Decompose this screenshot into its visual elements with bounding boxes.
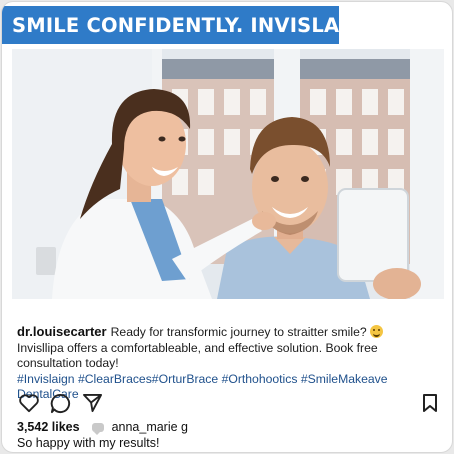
comment-icon[interactable] xyxy=(50,393,71,414)
comment-bubble-icon xyxy=(91,422,104,435)
post-caption: dr.louisecarter Ready for transformic jou… xyxy=(17,324,445,403)
comment-username[interactable]: anna_marie g xyxy=(112,420,188,434)
heart-icon[interactable] xyxy=(18,393,40,413)
headline-text: SMILE CONFIDENTLY. INVISLAGN xyxy=(12,13,373,37)
likes-row: 3,542 likes anna_marie g xyxy=(17,420,188,435)
dentist-patient-illustration xyxy=(12,49,444,299)
headline-banner: SMILE CONFIDENTLY. INVISLAGN xyxy=(2,6,372,44)
grinning-face-emoji-icon xyxy=(370,325,384,338)
caption-body: Invisllipa offers a comfortableable, and… xyxy=(17,340,378,371)
bookmark-icon[interactable] xyxy=(421,393,439,413)
caption-text: Ready for transformic journey to straitt… xyxy=(110,325,367,339)
post-actions xyxy=(16,393,446,415)
comment-text: So happy with my results! xyxy=(17,436,160,450)
post-username[interactable]: dr.louisecarter xyxy=(17,324,107,339)
caption-first-line: dr.louisecarter Ready for transformic jou… xyxy=(17,324,445,341)
post-image[interactable] xyxy=(12,49,444,299)
hashtags-line[interactable]: #Invislaign #ClearBraces#OrturBrace #Ort… xyxy=(17,372,445,388)
post-card: SMILE CONFIDENTLY. INVISLAGN dr.louiseca… xyxy=(1,1,453,453)
likes-count[interactable]: 3,542 likes xyxy=(17,420,80,434)
send-icon[interactable] xyxy=(82,393,103,413)
